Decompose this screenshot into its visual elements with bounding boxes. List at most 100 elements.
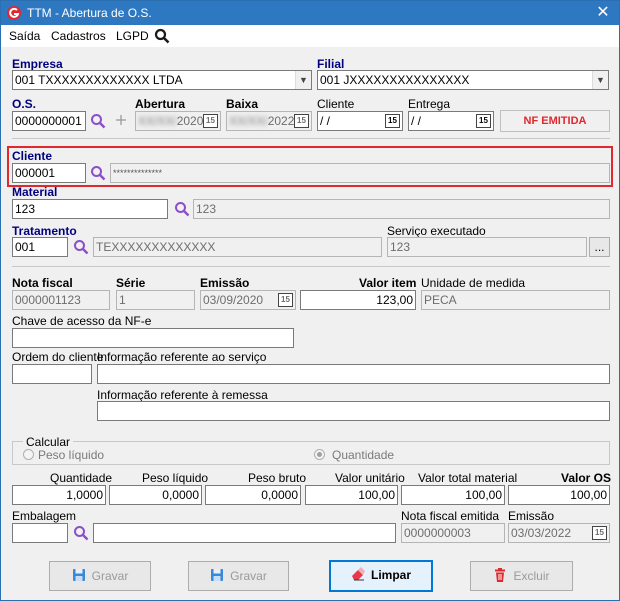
valor-total-label: Valor total material [418,471,518,485]
entrega-input[interactable]: / / 15 [408,111,494,131]
ordem-cliente-input[interactable] [12,364,92,384]
valor-os-input[interactable]: 100,00 [508,485,610,505]
os-label: O.S. [12,97,37,111]
baixa-label: Baixa [226,97,259,111]
gravar-button-2[interactable]: Gravar [188,561,289,591]
valor-unitario-input[interactable]: 100,00 [305,485,398,505]
quantidade-label: Quantidade [50,471,113,485]
divider [12,138,610,139]
excluir-button[interactable]: Excluir [470,561,573,591]
unidade-input: PECA [421,290,610,310]
search-icon[interactable] [73,525,89,541]
window-title: TTM - Abertura de O.S. [27,6,152,20]
menu-lgpd[interactable]: LGPD [116,29,149,43]
valor-item-input[interactable]: 123,00 [300,290,416,310]
excluir-button-label: Excluir [513,569,550,583]
os-input[interactable]: 0000000001 [12,111,86,131]
menu-saida[interactable]: Saída [9,29,40,43]
abertura-input[interactable]: XX/XX/2020 15 [135,111,221,131]
cliente-label: Cliente [12,149,53,163]
close-icon[interactable]: ✕ [593,3,613,23]
gravar-button-1-label: Gravar [91,569,129,583]
calendar-icon[interactable]: 15 [385,114,400,128]
embalagem-label: Embalagem [12,509,77,523]
servico-browse-button[interactable]: ... [589,237,610,257]
search-icon[interactable] [154,28,170,44]
form-content: Empresa 001 TXXXXXXXXXXXXX LTDA ▼ Filial… [1,47,619,600]
eraser-icon [351,567,365,581]
chave-input[interactable] [12,328,294,348]
serie-input: 1 [116,290,195,310]
app-logo-icon [7,6,21,20]
abertura-hidden-part: XX/XX/ [138,114,177,128]
material-code-input[interactable]: 123 [12,199,168,219]
unidade-label: Unidade de medida [421,276,526,290]
entrega-value: / / [411,114,422,128]
save-icon [211,569,224,582]
calendar-icon[interactable]: 15 [476,114,491,128]
baixa-year: 2022 [267,114,295,128]
cliente-date-label: Cliente [317,97,355,111]
calendar-icon[interactable]: 15 [592,526,607,540]
emissao2-value: 03/03/2022 [511,526,572,540]
gravar-button-1[interactable]: Gravar [49,561,151,591]
cliente-date-value: / / [320,114,331,128]
title-bar: TTM - Abertura de O.S. ✕ [1,1,619,25]
search-icon[interactable] [90,113,106,129]
cliente-date-input[interactable]: / / 15 [317,111,403,131]
empresa-select[interactable]: 001 TXXXXXXXXXXXXX LTDA ▼ [12,70,312,90]
calendar-icon[interactable]: 15 [203,114,218,128]
embalagem-desc-input[interactable] [93,523,396,543]
peso-liquido-radio[interactable] [23,449,34,460]
calendar-icon[interactable]: 15 [294,114,309,128]
chevron-down-icon: ▼ [592,71,608,89]
empresa-label: Empresa [12,57,63,71]
info-servico-label: Informação referente ao serviço [97,350,267,364]
limpar-button[interactable]: Limpar [329,560,433,592]
tratamento-desc-input: TEXXXXXXXXXXXXX [93,237,382,257]
baixa-hidden-part: XX/XX/ [229,114,268,128]
info-remessa-input[interactable] [97,401,610,421]
chave-label: Chave de acesso da NF-e [12,314,152,328]
peso-liquido-label: Peso líquido [142,471,209,485]
nf-status-badge: NF EMITIDA [500,110,610,132]
search-icon[interactable] [90,165,106,181]
nf-emitida-label: Nota fiscal emitida [401,509,500,523]
quantidade-radio-label: Quantidade [332,448,395,462]
emissao2-input: 03/03/2022 15 [508,523,610,543]
emissao-input: 03/09/2020 15 [200,290,296,310]
radio-dot [317,452,322,457]
menu-cadastros[interactable]: Cadastros [51,29,106,43]
abertura-year: 2020 [176,114,204,128]
valor-item-label: Valor item [359,276,417,290]
tratamento-desc-value: TEXXXXXXXXXXXXX [96,240,216,254]
entrega-label: Entrega [408,97,451,111]
valor-total-input[interactable]: 100,00 [401,485,505,505]
material-label: Material [12,185,58,199]
chevron-down-icon: ▼ [295,71,311,89]
tratamento-code-input[interactable]: 001 [12,237,68,257]
peso-bruto-input[interactable]: 0,0000 [205,485,301,505]
calendar-icon[interactable]: 15 [278,293,293,307]
search-icon[interactable] [174,201,190,217]
filial-select[interactable]: 001 JXXXXXXXXXXXXXXX ▼ [317,70,609,90]
filial-value: 001 JXXXXXXXXXXXXXXX [320,73,470,87]
nf-emitida-input: 0000000003 [401,523,505,543]
filial-label: Filial [317,57,345,71]
abertura-label: Abertura [135,97,186,111]
peso-liquido-input[interactable]: 0,0000 [109,485,202,505]
menu-bar: Saída Cadastros LGPD [1,25,619,47]
baixa-input[interactable]: XX/XX/2022 15 [226,111,312,131]
quantidade-input[interactable]: 1,0000 [12,485,106,505]
info-servico-input[interactable] [97,364,610,384]
cliente-code-input[interactable]: 000001 [12,163,86,183]
divider [12,266,610,267]
add-icon[interactable] [114,113,128,127]
embalagem-code-input[interactable] [12,523,68,543]
serie-label: Série [116,276,146,290]
material-desc-input: 123 [193,199,610,219]
search-icon[interactable] [73,239,89,255]
quantidade-radio[interactable] [314,449,325,460]
ordem-cliente-label: Ordem do cliente [12,350,104,364]
empresa-value: 001 TXXXXXXXXXXXXX LTDA [15,73,183,87]
